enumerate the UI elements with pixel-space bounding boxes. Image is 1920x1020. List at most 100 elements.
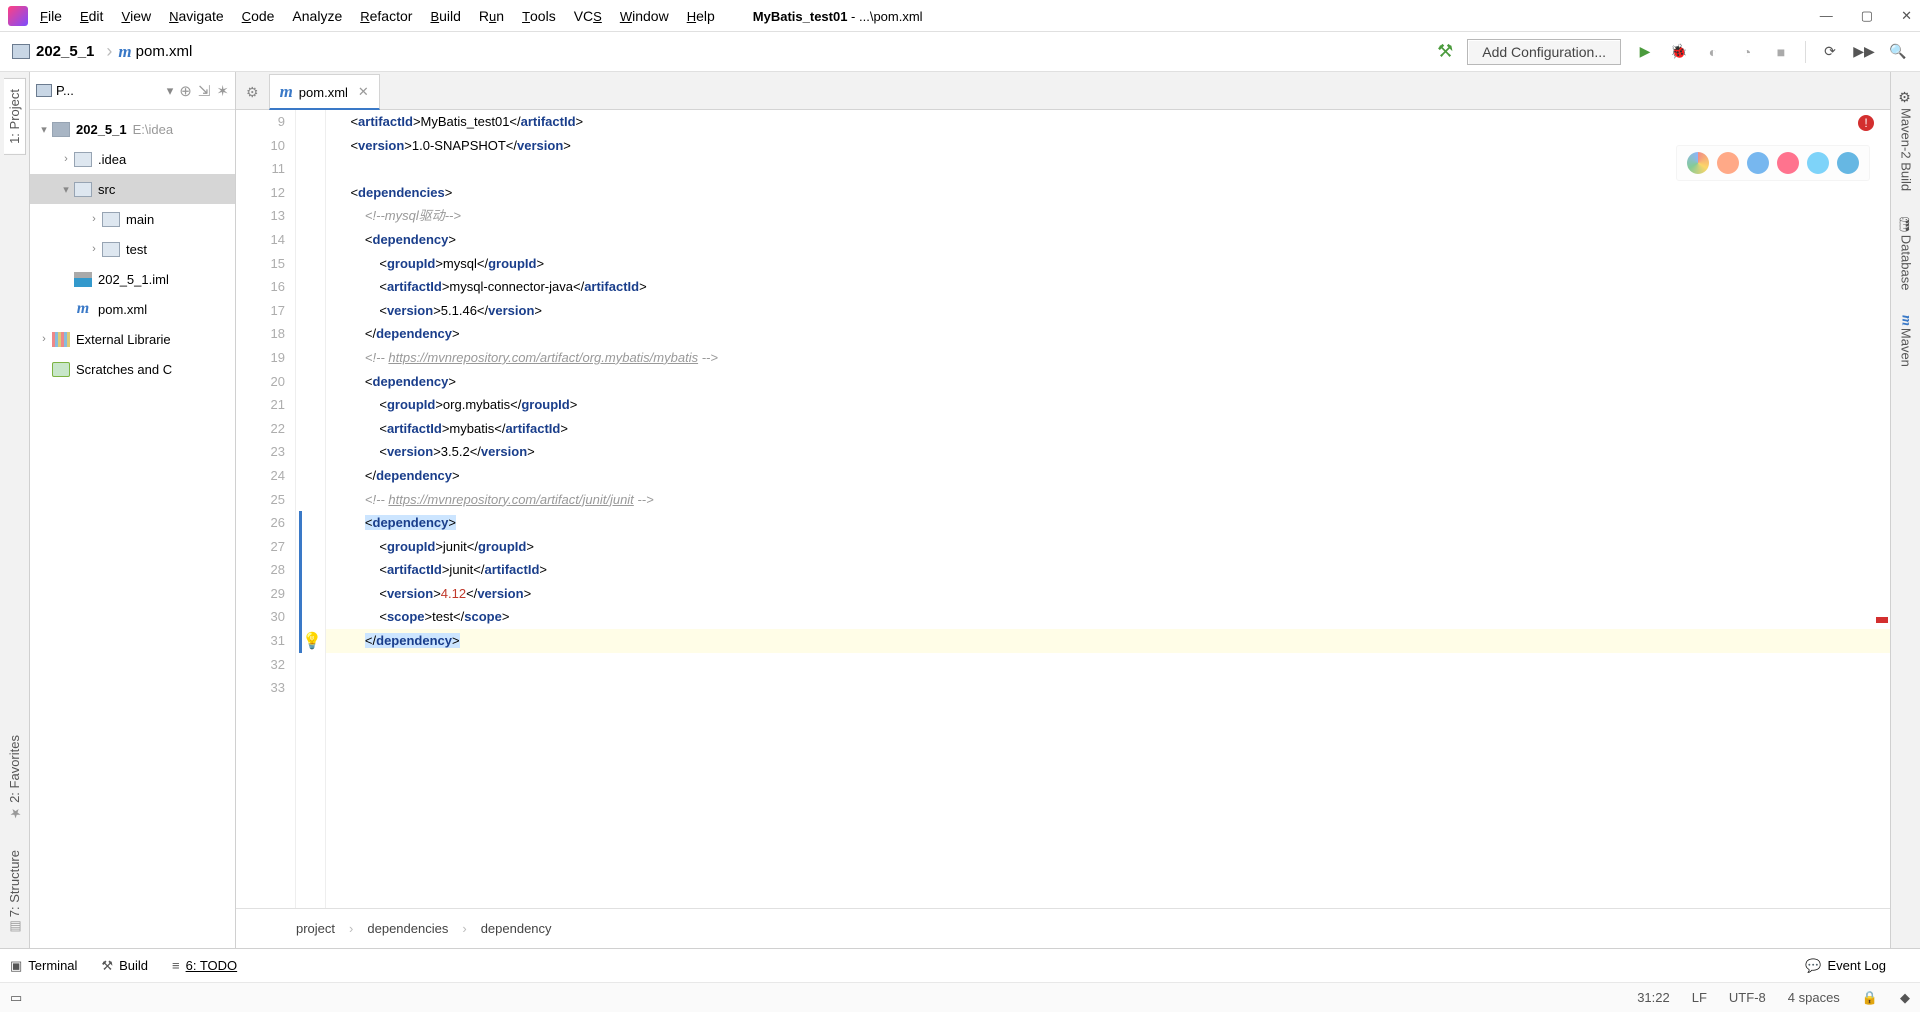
coverage-icon[interactable]: ◐	[1703, 43, 1723, 61]
collapse-icon[interactable]: ⇲	[198, 82, 211, 100]
close-window-icon[interactable]: ✕	[1901, 8, 1912, 24]
profile-icon[interactable]: ◔	[1737, 43, 1757, 61]
menu-build[interactable]: Build	[430, 8, 460, 24]
browser-preview-icons[interactable]	[1676, 145, 1870, 181]
project-view-selector[interactable]: P...	[56, 83, 165, 98]
memory-indicator-icon[interactable]: ◆	[1900, 990, 1910, 1006]
error-indicator-icon[interactable]: !	[1858, 115, 1874, 131]
folder-icon	[102, 242, 120, 257]
tree-node-test[interactable]: ›test	[30, 234, 235, 264]
tree-node-scratches[interactable]: Scratches and C	[30, 354, 235, 384]
menu-refactor[interactable]: Refactor	[360, 8, 412, 24]
rect-icon[interactable]: ▭	[10, 990, 22, 1006]
error-stripe[interactable]	[1876, 150, 1888, 868]
menu-window[interactable]: Window	[620, 8, 669, 24]
project-tree-pane: P... ▾ ⊕ ⇲ ✶ ▾202_5_1E:\idea ›.idea ▾src…	[30, 72, 236, 948]
event-log-button[interactable]: 💬Event Log	[1805, 958, 1886, 974]
cursor-position[interactable]: 31:22	[1637, 990, 1670, 1005]
breadcrumb-bar: project › dependencies › dependency	[236, 908, 1890, 948]
project-tool-tab[interactable]: 1: Project	[4, 78, 26, 155]
marker-gutter: 💡	[296, 110, 326, 908]
line-ending[interactable]: LF	[1692, 990, 1707, 1005]
locate-icon[interactable]: ⊕	[179, 82, 192, 100]
menu-help[interactable]: Help	[687, 8, 715, 24]
breadcrumb-project[interactable]: 202_5_1	[36, 43, 94, 60]
menu-tools[interactable]: Tools	[522, 8, 556, 24]
chevron-down-icon[interactable]: ▾	[167, 83, 174, 99]
terminal-tool-button[interactable]: ▣Terminal	[10, 958, 77, 974]
database-tool-tab[interactable]: 🛢Database	[1895, 205, 1917, 300]
todo-tool-button[interactable]: ≡6: TODO	[172, 958, 237, 973]
run-icon[interactable]: ▶	[1635, 43, 1655, 61]
code-editor[interactable]: 9101112131415161718192021222324252627282…	[236, 110, 1890, 908]
libraries-icon	[52, 332, 70, 347]
file-encoding[interactable]: UTF-8	[1729, 990, 1766, 1005]
intention-bulb-icon[interactable]: 💡	[302, 630, 322, 654]
edge-icon[interactable]	[1837, 152, 1859, 174]
safari-icon[interactable]	[1747, 152, 1769, 174]
tree-node-iml[interactable]: 202_5_1.iml	[30, 264, 235, 294]
build-icon[interactable]: ⚒	[1437, 41, 1453, 62]
ie-icon[interactable]	[1807, 152, 1829, 174]
chrome-icon[interactable]	[1687, 152, 1709, 174]
maximize-icon[interactable]: ▢	[1861, 8, 1873, 24]
error-mark[interactable]	[1876, 617, 1888, 623]
maven-file-icon: m	[280, 82, 293, 102]
lock-icon[interactable]: 🔒	[1862, 990, 1878, 1006]
editor-tab-pom[interactable]: m pom.xml ✕	[269, 74, 380, 110]
info-bar: ▭ 31:22 LF UTF-8 4 spaces 🔒 ◆	[0, 982, 1920, 1012]
structure-tool-tab[interactable]: ▤7: Structure	[4, 840, 25, 944]
breadcrumb-file[interactable]: pom.xml	[136, 43, 193, 60]
line-number-gutter: 9101112131415161718192021222324252627282…	[236, 110, 296, 908]
crumb-project[interactable]: project	[296, 921, 335, 936]
folder-icon	[36, 84, 52, 97]
crumb-dependencies[interactable]: dependencies	[367, 921, 448, 936]
right-tool-strip: ⚙Maven-2 Build 🛢Database mMaven	[1890, 72, 1920, 948]
menu-view[interactable]: View	[121, 8, 151, 24]
update-project-icon[interactable]: ⟳	[1820, 43, 1840, 61]
add-configuration-button[interactable]: Add Configuration...	[1467, 39, 1621, 65]
tree-node-idea[interactable]: ›.idea	[30, 144, 235, 174]
minimize-icon[interactable]: —	[1820, 8, 1833, 24]
editor-area: ⚙ m pom.xml ✕ 91011121314151617181920212…	[236, 72, 1890, 948]
build-tool-button[interactable]: ⚒Build	[101, 958, 148, 974]
opera-icon[interactable]	[1777, 152, 1799, 174]
tree-root[interactable]: ▾202_5_1E:\idea	[30, 114, 235, 144]
tree-node-external-libs[interactable]: ›External Librarie	[30, 324, 235, 354]
search-everywhere-icon[interactable]: 🔍	[1888, 43, 1908, 61]
tree-node-main[interactable]: ›main	[30, 204, 235, 234]
menu-file[interactable]: File	[40, 8, 62, 24]
editor-tab-bar: ⚙ m pom.xml ✕	[236, 72, 1890, 110]
menu-code[interactable]: Code	[242, 8, 275, 24]
maven-file-icon: m	[118, 42, 131, 62]
folder-icon	[12, 44, 30, 59]
folder-icon	[102, 212, 120, 227]
debug-icon[interactable]: 🐞	[1669, 43, 1689, 61]
settings-icon[interactable]: ✶	[216, 82, 229, 100]
project-folder-icon	[52, 122, 70, 137]
maven-tool-tab[interactable]: mMaven	[1895, 305, 1917, 377]
menu-analyze[interactable]: Analyze	[292, 8, 342, 24]
iml-file-icon	[74, 272, 92, 287]
menu-bar: File Edit View Navigate Code Analyze Refactor B…	[0, 0, 1920, 32]
favorites-tool-tab[interactable]: ★2: Favorites	[4, 725, 25, 830]
firefox-icon[interactable]	[1717, 152, 1739, 174]
tree-node-src[interactable]: ▾src	[30, 174, 235, 204]
menu-edit[interactable]: Edit	[80, 8, 103, 24]
crumb-dependency[interactable]: dependency	[481, 921, 552, 936]
tree-node-pom[interactable]: mpom.xml	[30, 294, 235, 324]
maven-build-tool-tab[interactable]: ⚙Maven-2 Build	[1895, 80, 1917, 201]
stop-icon: ■	[1771, 43, 1791, 61]
menu-vcs[interactable]: VCS	[574, 8, 602, 24]
menu-run[interactable]: Run	[479, 8, 504, 24]
indent-setting[interactable]: 4 spaces	[1788, 990, 1840, 1005]
folder-icon	[74, 182, 92, 197]
maven-file-icon: m	[74, 300, 92, 318]
menu-navigate[interactable]: Navigate	[169, 8, 224, 24]
run-anything-icon[interactable]: ▶▶	[1854, 43, 1874, 61]
navigation-bar: 202_5_1 › m pom.xml ⚒ Add Configuration.…	[0, 32, 1920, 72]
close-tab-icon[interactable]: ✕	[358, 84, 369, 100]
status-bar: ▣Terminal ⚒Build ≡6: TODO 💬Event Log	[0, 948, 1920, 982]
gear-icon[interactable]: ⚙	[246, 84, 259, 101]
chevron-right-icon: ›	[106, 41, 112, 62]
